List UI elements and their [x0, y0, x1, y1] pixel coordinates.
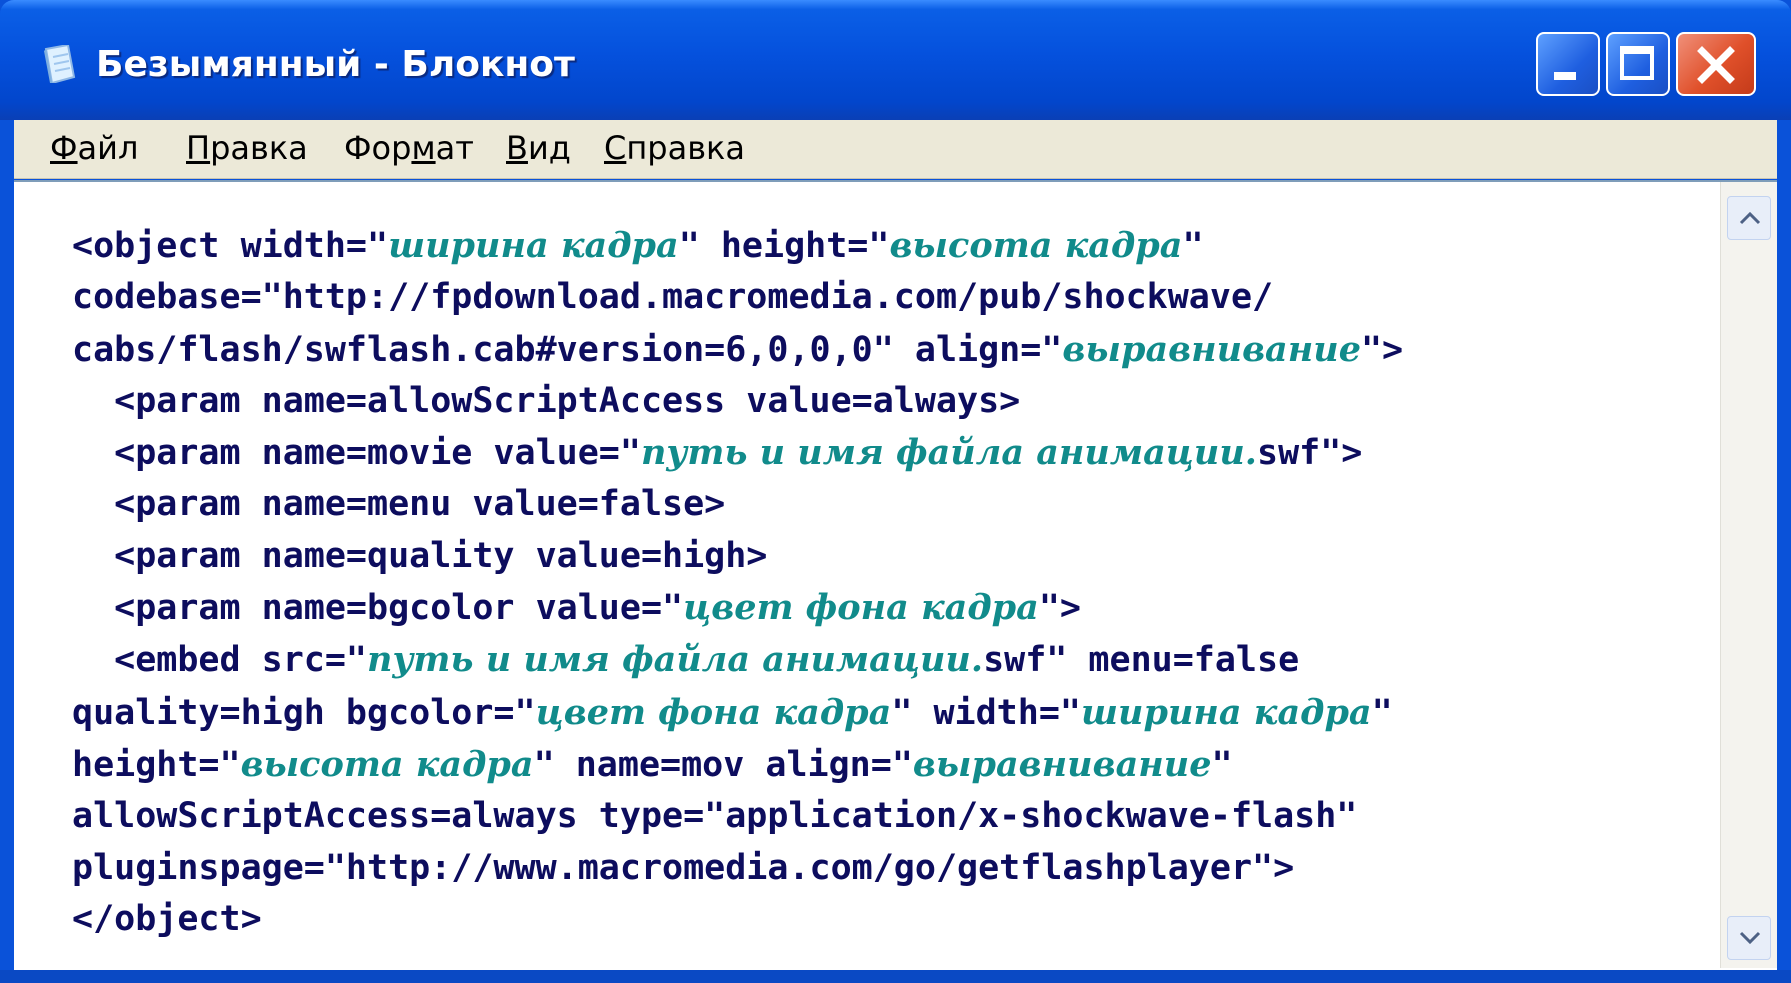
code-line: <param name=movie value="путь и имя файл… — [72, 427, 1712, 479]
code-text: swf"> — [1257, 433, 1363, 474]
code-line: </object> — [72, 894, 1712, 945]
menu-edit[interactable]: Правка — [178, 126, 316, 170]
code-line: <param name=allowScriptAccess value=alwa… — [72, 376, 1712, 427]
code-line: <embed src="путь и имя файла анимации.sw… — [72, 634, 1712, 686]
close-icon — [1697, 46, 1735, 84]
menu-bar: Файл Правка Формат Вид Справка — [14, 120, 1777, 179]
code-text: swf" menu=false — [983, 640, 1300, 681]
menu-edit-accel: П — [186, 129, 211, 167]
code-text: " — [1182, 226, 1204, 266]
code-text: " height=" — [678, 226, 890, 266]
code-text: allowScriptAccess=always type="applicati… — [72, 796, 1358, 837]
menu-help-label: правка — [626, 129, 745, 167]
code-text: " — [1371, 692, 1393, 733]
placeholder-text: ширина кадра — [1080, 691, 1372, 733]
code-text: <embed src=" — [72, 640, 368, 681]
code-line: <object width="ширина кадра" height="выс… — [72, 220, 1712, 272]
menu-file-accel: Ф — [50, 129, 78, 167]
code-text: " width=" — [891, 692, 1081, 733]
menu-format-pre: Фор — [344, 129, 412, 167]
scroll-up-arrow-icon — [1739, 211, 1761, 225]
menu-view[interactable]: Вид — [498, 126, 579, 170]
menu-format[interactable]: Формат — [336, 126, 482, 170]
menu-help-accel: С — [604, 129, 627, 167]
minimize-button[interactable] — [1536, 32, 1600, 96]
code-text: <param name=menu value=false> — [72, 484, 726, 525]
editor-content[interactable]: <object width="ширина кадра" height="выс… — [72, 220, 1712, 945]
code-text: " name=mov align=" — [533, 744, 913, 785]
code-line: <param name=menu value=false> — [72, 479, 1712, 530]
code-text: height=" — [72, 744, 241, 785]
placeholder-text: выравнивание — [912, 743, 1212, 785]
placeholder-text: цвет фона кадра — [535, 691, 892, 733]
code-text: <object width=" — [72, 226, 389, 266]
code-line: cabs/flash/swflash.cab#version=6,0,0,0" … — [72, 324, 1712, 376]
code-line: codebase="http://fpdownload.macromedia.c… — [72, 272, 1712, 323]
code-line: pluginspage="http://www.macromedia.com/g… — [72, 843, 1712, 894]
code-line: allowScriptAccess=always type="applicati… — [72, 791, 1712, 842]
text-editor[interactable]: <object width="ширина кадра" height="выс… — [14, 180, 1777, 970]
scroll-down-button[interactable] — [1727, 916, 1771, 960]
window-bottom-border — [0, 970, 1791, 983]
code-text: <param name=movie value=" — [72, 433, 641, 474]
code-line: height="высота кадра" name=mov align="вы… — [72, 739, 1712, 791]
menu-file[interactable]: Файл — [42, 126, 146, 170]
placeholder-text: цвет фона кадра — [683, 587, 1039, 629]
placeholder-text: путь и имя файла анимации. — [640, 432, 1257, 474]
code-text: <param name=allowScriptAccess value=alwa… — [72, 380, 1021, 421]
menu-format-accel: м — [411, 129, 436, 167]
code-text: "> — [1038, 588, 1081, 629]
placeholder-text: высота кадра — [240, 743, 534, 785]
scroll-down-arrow-icon — [1739, 931, 1761, 945]
menu-file-label: айл — [77, 129, 139, 167]
menu-format-label: ат — [435, 129, 474, 167]
placeholder-text: ширина кадра — [388, 225, 679, 266]
placeholder-text: высота кадра — [889, 225, 1183, 266]
notepad-icon[interactable] — [44, 43, 78, 85]
code-text: quality=high bgcolor=" — [72, 692, 536, 733]
code-text: " — [1211, 744, 1233, 785]
code-text: <param name=bgcolor value=" — [72, 588, 684, 629]
title-bar[interactable]: Безымянный - Блокнот — [0, 0, 1791, 120]
code-line: quality=high bgcolor="цвет фона кадра" w… — [72, 687, 1712, 739]
close-button[interactable] — [1676, 32, 1756, 96]
code-text: "> — [1360, 329, 1404, 370]
code-text: <param name=quality value=high> — [72, 535, 768, 576]
window-title: Безымянный - Блокнот — [96, 44, 575, 85]
code-text: pluginspage="http://www.macromedia.com/g… — [72, 847, 1295, 888]
code-text: codebase="http://fpdownload.macromedia.c… — [72, 277, 1274, 318]
menu-view-label: ид — [527, 129, 571, 167]
placeholder-text: выравнивание — [1062, 328, 1361, 370]
scroll-up-button[interactable] — [1727, 196, 1771, 240]
code-text: cabs/flash/swflash.cab#version=6,0,0,0" … — [72, 329, 1063, 370]
notepad-window: Безымянный - Блокнот Файл Правка Формат … — [0, 0, 1791, 983]
vertical-scrollbar[interactable] — [1720, 182, 1777, 968]
code-line: <param name=quality value=high> — [72, 531, 1712, 582]
code-line: <param name=bgcolor value="цвет фона кад… — [72, 582, 1712, 634]
code-text: </object> — [72, 898, 262, 939]
menu-edit-label: равка — [210, 129, 308, 167]
maximize-button[interactable] — [1606, 32, 1670, 96]
menu-view-accel: В — [506, 129, 528, 167]
placeholder-text: путь и имя файла анимации. — [367, 639, 984, 681]
menu-help[interactable]: Справка — [596, 126, 753, 170]
